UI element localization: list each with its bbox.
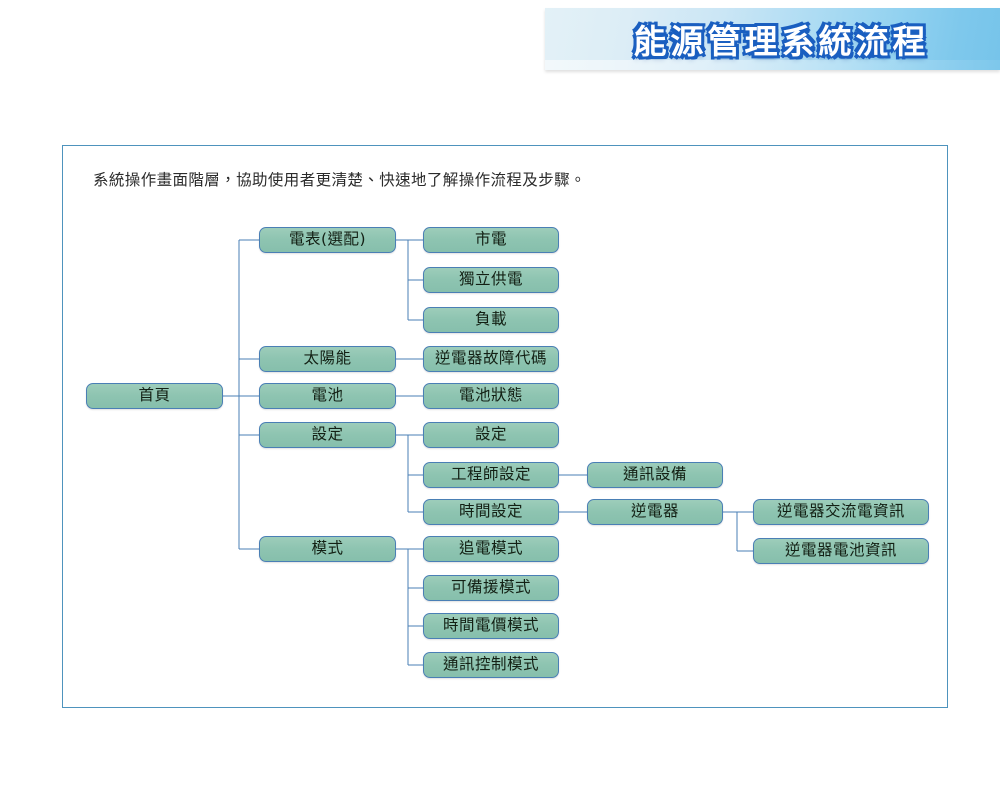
node-label: 可備援模式	[450, 578, 531, 597]
page-title: 能源管理系統流程	[633, 22, 930, 61]
node-load[interactable]: 負載	[423, 307, 559, 333]
node-meter[interactable]: 電表(選配)	[259, 227, 396, 253]
content-frame: 系統操作畫面階層，協助使用者更清楚、快速地了解操作流程及步驟。 首頁 電表(選配)…	[62, 145, 948, 708]
node-label: 逆電器故障代碼	[434, 349, 547, 368]
node-home[interactable]: 首頁	[86, 383, 223, 409]
node-inverter-batt[interactable]: 逆電器電池資訊	[753, 538, 929, 564]
node-label: 電表(選配)	[288, 230, 367, 249]
node-label: 市電	[474, 230, 507, 249]
node-battery[interactable]: 電池	[259, 383, 396, 409]
node-backup-mode[interactable]: 可備援模式	[423, 575, 559, 601]
node-label: 時間設定	[458, 502, 523, 521]
node-comm-device[interactable]: 通訊設備	[587, 462, 723, 488]
node-label: 設定	[474, 425, 507, 444]
node-label: 負載	[474, 310, 507, 329]
node-inverter-fault[interactable]: 逆電器故障代碼	[423, 346, 559, 372]
node-label: 通訊控制模式	[442, 655, 539, 674]
node-label: 追電模式	[458, 539, 523, 558]
node-charge-mode[interactable]: 追電模式	[423, 536, 559, 562]
node-label: 時間電價模式	[442, 616, 539, 635]
node-inverter-ac[interactable]: 逆電器交流電資訊	[753, 499, 929, 525]
node-settings[interactable]: 設定	[259, 422, 396, 448]
node-label: 通訊設備	[622, 465, 687, 484]
node-label: 模式	[311, 539, 344, 558]
node-comm-mode[interactable]: 通訊控制模式	[423, 652, 559, 678]
flowchart: 首頁 電表(選配) 太陽能電池設定模式 市電獨立供電負載逆電器故障代碼 電池狀態設定工程…	[63, 146, 949, 709]
node-mode[interactable]: 模式	[259, 536, 396, 562]
title-banner: 能源管理系統流程	[545, 8, 1000, 70]
node-label: 逆電器電池資訊	[784, 541, 897, 560]
node-solar[interactable]: 太陽能	[259, 346, 396, 372]
node-battery-status[interactable]: 電池狀態	[423, 383, 559, 409]
node-time-set[interactable]: 時間設定	[423, 499, 559, 525]
node-inverter[interactable]: 逆電器	[587, 499, 723, 525]
node-label: 首頁	[138, 386, 171, 405]
node-setting-sub[interactable]: 設定	[423, 422, 559, 448]
node-label: 設定	[311, 425, 344, 444]
node-label: 逆電器	[630, 502, 679, 521]
node-label: 工程師設定	[450, 465, 531, 484]
node-engineer-set[interactable]: 工程師設定	[423, 462, 559, 488]
node-label: 逆電器交流電資訊	[776, 502, 905, 521]
node-label: 電池狀態	[458, 386, 523, 405]
node-label: 太陽能	[303, 349, 352, 368]
node-label: 電池	[311, 386, 344, 405]
node-label: 獨立供電	[458, 270, 523, 289]
node-grid-power[interactable]: 市電	[423, 227, 559, 253]
node-standalone[interactable]: 獨立供電	[423, 267, 559, 293]
node-tou-mode[interactable]: 時間電價模式	[423, 613, 559, 639]
